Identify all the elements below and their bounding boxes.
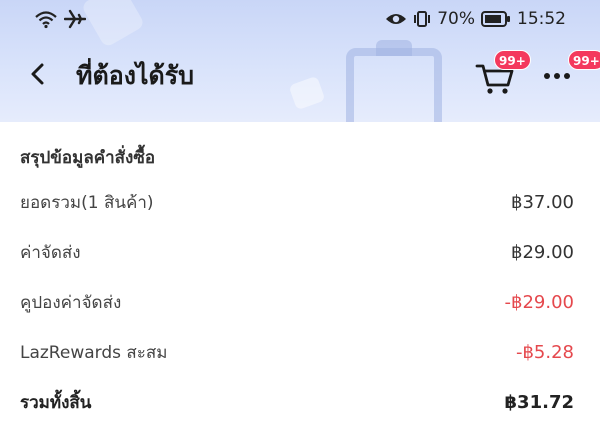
airplane-icon: [64, 9, 86, 29]
status-bar-left: [34, 9, 86, 29]
header-banner: 70% 15:52 ที่ต้องได้รับ 99+ 99+: [0, 0, 600, 122]
vibrate-icon: [413, 10, 431, 28]
subtotal-label: ยอดรวม(1 สินค้า): [20, 192, 154, 213]
shipping-fee-value: ฿29.00: [511, 241, 574, 263]
lazrewards-row: LazRewards สะสม -฿5.28: [20, 338, 574, 366]
nav-bar: ที่ต้องได้รับ 99+ 99+: [0, 44, 600, 104]
shipping-fee-label: ค่าจัดส่ง: [20, 242, 81, 263]
total-value: ฿31.72: [504, 391, 574, 413]
back-button[interactable]: [24, 60, 52, 88]
shipping-coupon-row: คูปองค่าจัดส่ง -฿29.00: [20, 288, 574, 316]
clock: 15:52: [517, 9, 566, 29]
order-summary: สรุปข้อมูลคำสั่งซื้อ ยอดรวม(1 สินค้า) ฿3…: [0, 122, 600, 442]
order-summary-title: สรุปข้อมูลคำสั่งซื้อ: [20, 148, 156, 168]
cart-count-badge: 99+: [494, 50, 531, 70]
status-bar: 70% 15:52: [0, 0, 600, 40]
wifi-icon: [34, 9, 58, 29]
chevron-left-icon: [24, 63, 52, 92]
battery-percent: 70%: [437, 9, 475, 29]
battery-icon: [481, 11, 511, 27]
subtotal-value: ฿37.00: [511, 191, 574, 213]
lazrewards-value: -฿5.28: [515, 341, 574, 363]
shipping-coupon-value: -฿29.00: [504, 291, 574, 313]
shipping-coupon-label: คูปองค่าจัดส่ง: [20, 292, 122, 313]
cart-icon: [474, 64, 518, 102]
subtotal-row: ยอดรวม(1 สินค้า) ฿37.00: [20, 188, 574, 216]
more-options-button[interactable]: 99+: [540, 50, 600, 96]
cart-button[interactable]: 99+: [474, 50, 531, 98]
eye-icon: [385, 11, 407, 27]
status-bar-right: 70% 15:52: [385, 9, 566, 29]
total-label: รวมทั้งสิ้น: [20, 392, 92, 413]
more-dots-icon: [540, 73, 580, 100]
lazrewards-label: LazRewards สะสม: [20, 342, 168, 363]
total-row: รวมทั้งสิ้น ฿31.72: [20, 388, 574, 416]
page-title: ที่ต้องได้รับ: [76, 61, 195, 90]
notification-badge: 99+: [568, 50, 600, 70]
shipping-fee-row: ค่าจัดส่ง ฿29.00: [20, 238, 574, 266]
